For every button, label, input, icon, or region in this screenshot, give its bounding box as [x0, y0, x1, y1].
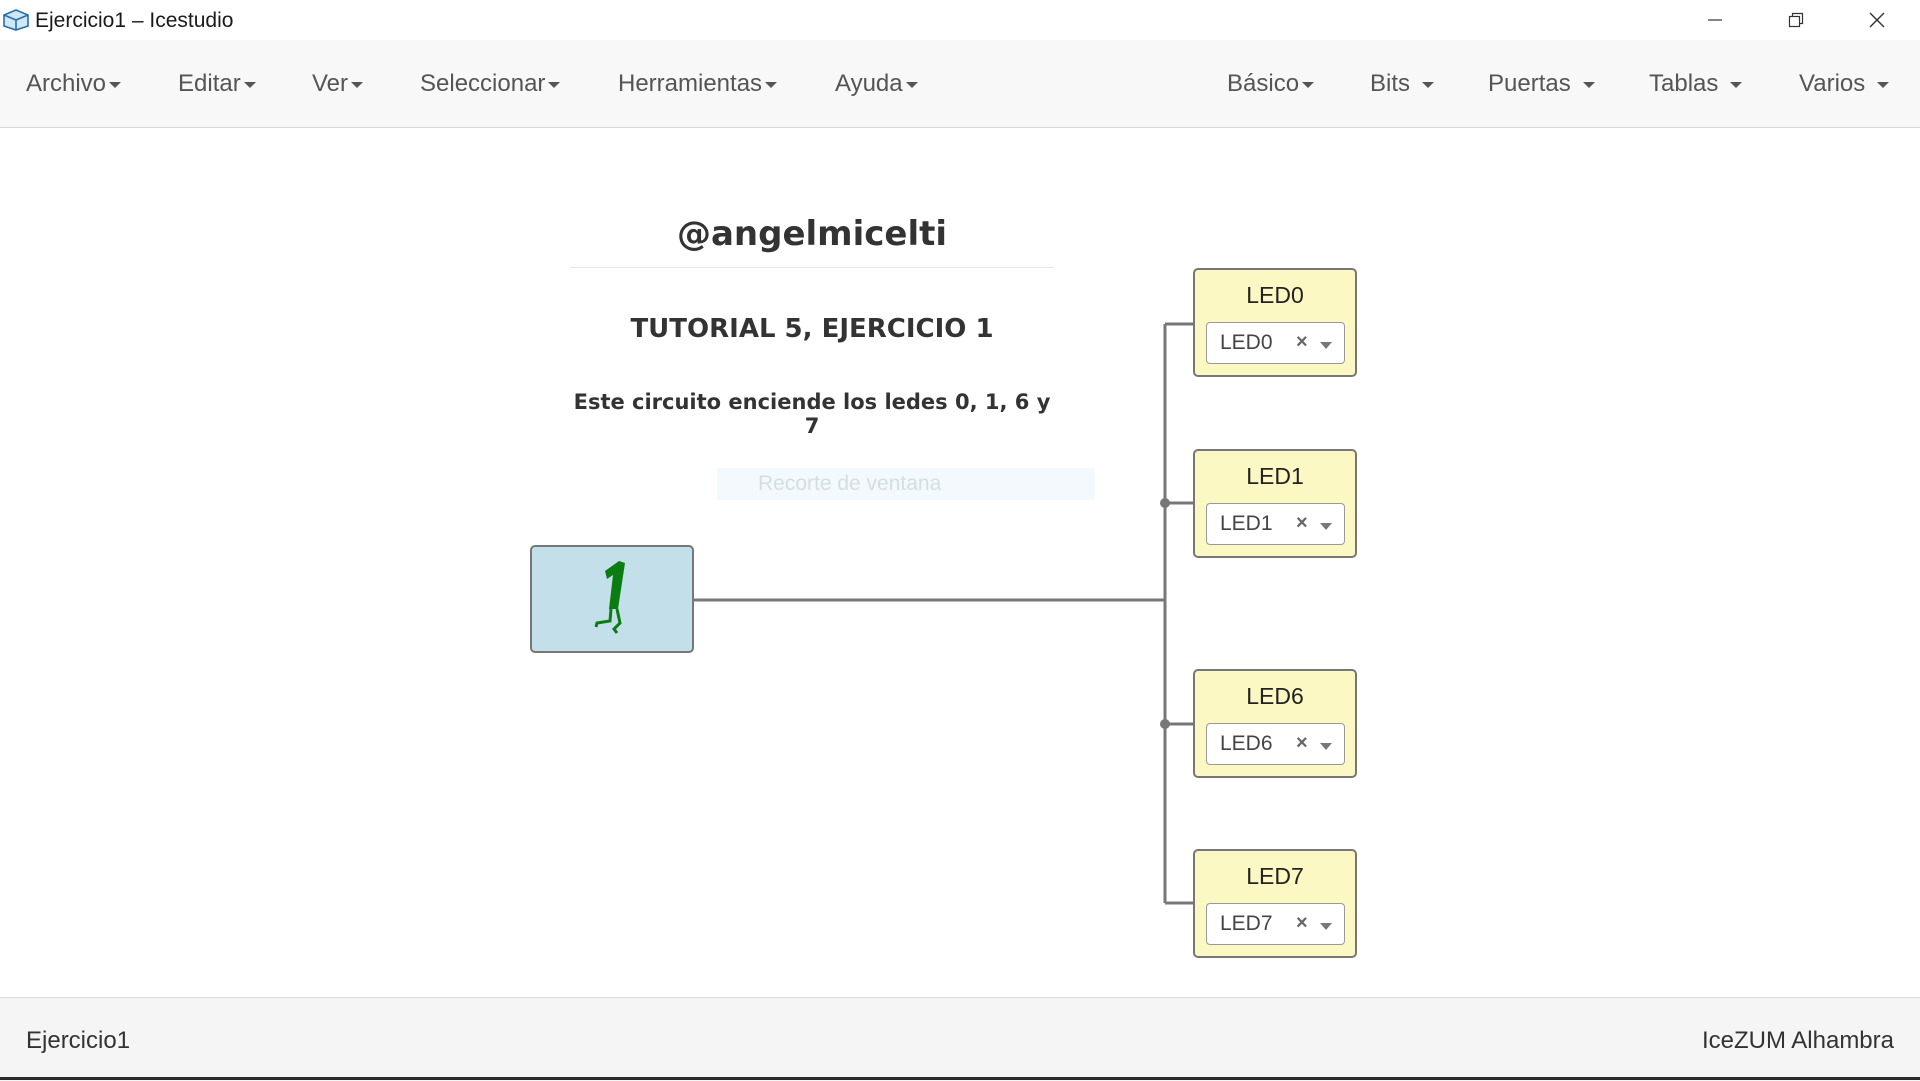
wire-junction [1160, 719, 1170, 729]
title-bar: Ejercicio1 – Icestudio [0, 0, 1920, 40]
menu-puertas-label: Puertas [1488, 70, 1571, 97]
led0-output-block[interactable]: LED0 LED0 × [1193, 268, 1357, 377]
menu-editar-label: Editar [178, 70, 241, 97]
wires [694, 322, 1193, 905]
icestudio-logo-icon [3, 9, 29, 31]
board-selector[interactable]: IceZUM Alhambra [1702, 1027, 1894, 1055]
caret-down-icon [905, 81, 918, 88]
menu-archivo-label: Archivo [26, 70, 107, 97]
dropdown-arrow-icon[interactable] [1320, 342, 1332, 349]
menu-ayuda[interactable]: Ayuda [835, 70, 918, 98]
caret-down-icon [1730, 81, 1743, 88]
menu-seleccionar-label: Seleccionar [420, 70, 546, 97]
menu-bar: Archivo Editar Ver Seleccionar Herramien… [0, 40, 1920, 128]
led7-output-block[interactable]: LED7 LED7 × [1193, 849, 1357, 958]
status-bar: Ejercicio1 IceZUM Alhambra [0, 997, 1920, 1081]
caret-down-icon [351, 81, 364, 88]
clear-icon[interactable]: × [1296, 732, 1308, 755]
menu-puertas[interactable]: Puertas [1488, 70, 1595, 98]
caret-down-icon [548, 81, 561, 88]
clear-icon[interactable]: × [1296, 912, 1308, 935]
menu-bits[interactable]: Bits [1370, 70, 1435, 98]
led-block-title: LED0 [1246, 282, 1304, 308]
menu-ver[interactable]: Ver [312, 70, 364, 98]
menu-ayuda-label: Ayuda [835, 70, 903, 97]
led1-pin-select[interactable]: LED1 × [1206, 503, 1345, 545]
close-icon [1869, 12, 1885, 28]
led-block-title: LED6 [1246, 683, 1304, 709]
menu-basico-label: Básico [1227, 70, 1300, 97]
caret-down-icon [109, 81, 122, 88]
menu-tablas[interactable]: Tablas [1649, 70, 1743, 98]
menu-seleccionar[interactable]: Seleccionar [420, 70, 561, 98]
pin-select-value: LED1 [1220, 512, 1273, 535]
close-button[interactable] [1837, 0, 1917, 40]
menu-herramientas-label: Herramientas [618, 70, 763, 97]
dropdown-arrow-icon[interactable] [1320, 743, 1332, 750]
caret-down-icon [1422, 81, 1435, 88]
led7-pin-select[interactable]: LED7 × [1206, 903, 1345, 945]
walking-one-icon [594, 561, 625, 634]
pin-select-value: LED6 [1220, 732, 1273, 755]
caret-down-icon [1302, 81, 1315, 88]
led6-pin-select[interactable]: LED6 × [1206, 723, 1345, 765]
led-block-title: LED1 [1246, 463, 1304, 489]
minimize-button[interactable] [1675, 0, 1755, 40]
menu-basico[interactable]: Básico [1227, 70, 1315, 98]
led0-pin-select[interactable]: LED0 × [1206, 322, 1345, 364]
caret-down-icon [1582, 81, 1595, 88]
restore-button[interactable] [1756, 0, 1836, 40]
minimize-icon [1708, 19, 1722, 21]
design-canvas[interactable]: @angelmicelti TUTORIAL 5, EJERCICIO 1 Es… [0, 128, 1920, 996]
menu-editar[interactable]: Editar [178, 70, 256, 98]
menu-archivo[interactable]: Archivo [26, 70, 122, 98]
led1-output-block[interactable]: LED1 LED1 × [1193, 449, 1357, 558]
menu-varios-label: Varios [1799, 70, 1866, 97]
caret-down-icon [765, 81, 778, 88]
project-name: Ejercicio1 [26, 1027, 131, 1054]
menu-varios[interactable]: Varios [1799, 70, 1890, 98]
restore-icon [1788, 12, 1804, 28]
pin-select-value: LED0 [1220, 331, 1273, 354]
led-block-title: LED7 [1246, 863, 1304, 889]
clear-icon[interactable]: × [1296, 331, 1308, 354]
pin-select-value: LED7 [1220, 912, 1273, 935]
wire-junction [1160, 498, 1170, 508]
dropdown-arrow-icon[interactable] [1320, 923, 1332, 930]
caret-down-icon [1877, 81, 1890, 88]
menu-herramientas[interactable]: Herramientas [618, 70, 778, 98]
constant-one-block[interactable] [530, 545, 694, 653]
menu-ver-label: Ver [312, 70, 349, 97]
menu-tablas-label: Tablas [1649, 70, 1719, 97]
clear-icon[interactable]: × [1296, 512, 1308, 535]
window-title: Ejercicio1 – Icestudio [35, 9, 234, 32]
caret-down-icon [243, 81, 256, 88]
led6-output-block[interactable]: LED6 LED6 × [1193, 669, 1357, 778]
menu-bits-label: Bits [1370, 70, 1411, 97]
dropdown-arrow-icon[interactable] [1320, 523, 1332, 530]
